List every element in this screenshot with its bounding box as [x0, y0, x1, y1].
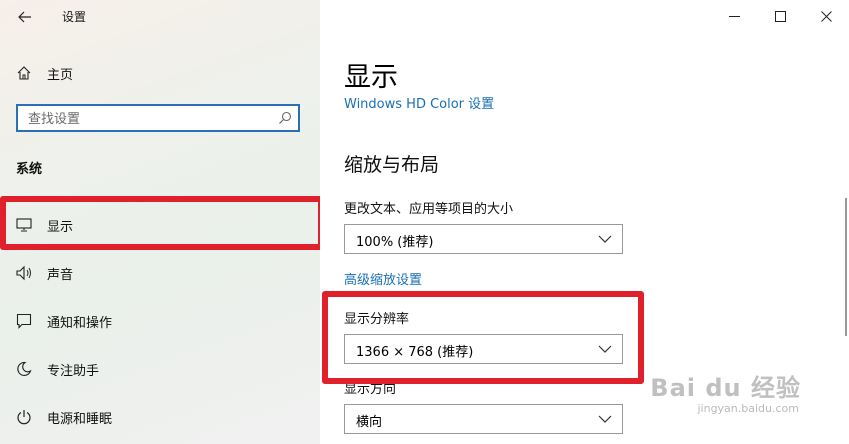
- close-button[interactable]: [803, 0, 849, 32]
- sidebar-item-home[interactable]: 主页: [0, 53, 320, 93]
- minimize-icon: [728, 15, 740, 17]
- scale-value: 100% (推荐): [356, 235, 434, 250]
- search-input[interactable]: [26, 109, 280, 129]
- monitor-icon: [15, 216, 33, 234]
- moon-icon: [15, 360, 33, 378]
- section-label: 系统: [16, 162, 43, 177]
- orientation-label: 显示方向: [344, 382, 397, 397]
- orientation-value: 横向: [356, 415, 383, 430]
- page-title: 显示: [344, 62, 398, 93]
- scale-label: 更改文本、应用等项目的大小: [344, 202, 514, 217]
- scrollbar[interactable]: [843, 33, 849, 336]
- main-panel: 显示 Windows HD Color 设置 缩放与布局 更改文本、应用等项目的…: [320, 0, 849, 444]
- resolution-value: 1366 × 768 (推荐): [356, 345, 474, 360]
- sidebar-item-label: 显示: [47, 219, 74, 235]
- watermark-url: jingyan.baidu.com: [697, 402, 799, 415]
- sidebar-item-notifications[interactable]: 通知和操作: [0, 301, 320, 341]
- sidebar-item-display[interactable]: 显示: [0, 205, 320, 245]
- speaker-icon: [15, 264, 33, 282]
- search-field[interactable]: [16, 104, 300, 132]
- sidebar-item-power[interactable]: 电源和睡眠: [0, 397, 320, 437]
- sidebar: 设置 主页 系统 显示: [0, 0, 324, 444]
- sidebar-item-label: 电源和睡眠: [47, 411, 113, 427]
- scrollbar-thumb[interactable]: [845, 198, 847, 336]
- chevron-down-icon: [598, 235, 612, 243]
- sidebar-item-sound[interactable]: 声音: [0, 253, 320, 293]
- home-icon: [15, 64, 33, 82]
- notification-icon: [15, 312, 33, 330]
- maximize-icon: [774, 10, 786, 22]
- advanced-scaling-link[interactable]: 高级缩放设置: [344, 269, 422, 288]
- chevron-down-icon: [598, 345, 612, 353]
- chevron-down-icon: [598, 415, 612, 423]
- watermark-logo: Bai du 经验: [650, 374, 801, 402]
- sidebar-item-label: 通知和操作: [47, 315, 113, 331]
- close-icon: [820, 10, 832, 22]
- resolution-dropdown[interactable]: 1366 × 768 (推荐): [344, 334, 623, 364]
- sidebar-item-label: 专注助手: [47, 363, 100, 379]
- back-arrow-icon: [18, 11, 31, 23]
- scale-dropdown[interactable]: 100% (推荐): [344, 224, 623, 254]
- back-button[interactable]: [14, 6, 36, 28]
- resolution-label: 显示分辨率: [344, 312, 410, 327]
- hdr-color-link[interactable]: Windows HD Color 设置: [344, 93, 494, 112]
- power-icon: [15, 408, 33, 426]
- window-title: 设置: [62, 10, 87, 24]
- section-title: 缩放与布局: [344, 154, 440, 176]
- search-icon: [279, 111, 292, 124]
- sidebar-item-label: 声音: [47, 267, 74, 283]
- sidebar-item-focus-assist[interactable]: 专注助手: [0, 349, 320, 389]
- maximize-button[interactable]: [757, 0, 803, 32]
- sidebar-item-label: 主页: [47, 67, 74, 83]
- minimize-button[interactable]: [711, 0, 757, 32]
- orientation-dropdown[interactable]: 横向: [344, 404, 623, 434]
